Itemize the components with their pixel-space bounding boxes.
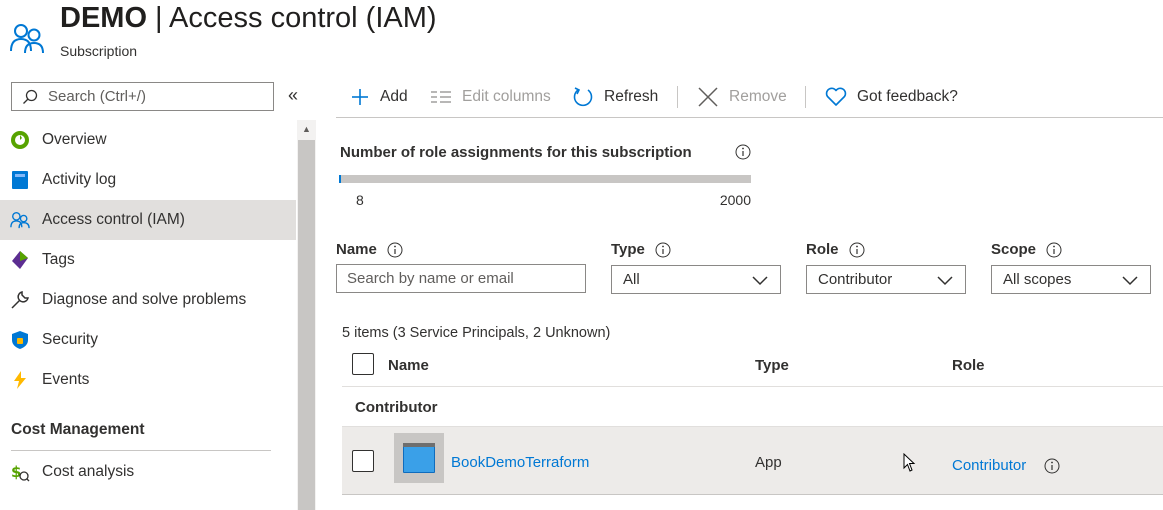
- info-icon[interactable]: [387, 242, 403, 258]
- sidebar-item-security[interactable]: Security: [0, 320, 296, 360]
- add-button[interactable]: Add: [350, 78, 408, 116]
- sidebar-item-label: Cost analysis: [42, 463, 135, 480]
- role-dropdown[interactable]: Contributor: [806, 265, 966, 294]
- items-count-text: 5 items (3 Service Principals, 2 Unknown…: [342, 325, 611, 341]
- toolbar-separator: [677, 86, 678, 108]
- activity-log-icon: [10, 170, 30, 190]
- users-icon: [10, 210, 30, 230]
- table-row[interactable]: BookDemoTerraform App Contributor: [342, 426, 1163, 495]
- sidebar-search-input[interactable]: Search (Ctrl+/): [11, 82, 274, 111]
- select-all-checkbox[interactable]: [352, 353, 374, 375]
- info-icon[interactable]: [655, 242, 671, 258]
- column-header-name[interactable]: Name: [388, 357, 429, 374]
- heart-icon: [825, 87, 847, 106]
- scope-dropdown-value: All scopes: [1003, 271, 1072, 288]
- type-dropdown[interactable]: All: [611, 265, 781, 294]
- scope-dropdown[interactable]: All scopes: [991, 265, 1151, 294]
- sidebar: Search (Ctrl+/) « Overview Activity log …: [0, 78, 316, 510]
- refresh-button[interactable]: Refresh: [572, 78, 658, 116]
- info-icon[interactable]: [735, 144, 751, 160]
- search-icon: [23, 89, 38, 104]
- table-header: Name Type Role: [342, 345, 1163, 387]
- sidebar-item-label: Diagnose and solve problems: [42, 291, 247, 308]
- sidebar-item-tags[interactable]: Tags: [0, 240, 296, 280]
- page-title: DEMO | Access control (IAM): [60, 2, 437, 34]
- role-assignment-progress-bar: [339, 175, 751, 183]
- refresh-icon: [573, 87, 593, 107]
- chevron-down-icon: [752, 276, 768, 286]
- sidebar-item-label: Activity log: [42, 171, 117, 188]
- row-type: App: [755, 454, 782, 471]
- chevron-down-icon: [937, 276, 953, 286]
- group-header-label: Contributor: [355, 399, 438, 416]
- shield-icon: [10, 330, 30, 350]
- sidebar-item-diagnose[interactable]: Diagnose and solve problems: [0, 280, 296, 320]
- row-role-link[interactable]: Contributor: [952, 457, 1026, 474]
- sidebar-item-events[interactable]: Events: [0, 360, 296, 400]
- users-icon: [10, 24, 44, 54]
- sidebar-scrollbar[interactable]: ▲: [297, 120, 316, 510]
- type-filter-label: Type: [611, 241, 671, 258]
- remove-button[interactable]: Remove: [697, 78, 787, 116]
- plus-icon: [352, 89, 368, 105]
- progress-current-value: 8: [356, 192, 364, 208]
- cost-analysis-icon: $: [10, 462, 30, 482]
- section-divider: [11, 450, 271, 451]
- wrench-icon: [10, 290, 30, 310]
- toolbar-separator: [805, 86, 806, 108]
- role-assignment-count-title: Number of role assignments for this subs…: [340, 144, 692, 161]
- lightning-icon: [10, 370, 30, 390]
- page-header: DEMO | Access control (IAM) Subscription: [0, 0, 1163, 70]
- app-registration-icon: [394, 433, 444, 483]
- sidebar-item-access-control[interactable]: Access control (IAM): [0, 200, 296, 240]
- progress-max-value: 2000: [719, 192, 751, 208]
- sidebar-item-label: Security: [42, 331, 98, 348]
- columns-icon: [431, 91, 451, 103]
- sidebar-item-label: Events: [42, 371, 90, 388]
- command-bar: Add Edit columns Refresh Remove Got feed…: [336, 78, 1163, 118]
- search-placeholder: Search (Ctrl+/): [48, 88, 146, 105]
- sidebar-item-label: Overview: [42, 131, 107, 148]
- chevron-down-icon: [1122, 276, 1138, 286]
- edit-columns-button[interactable]: Edit columns: [430, 78, 551, 116]
- sidebar-item-activity-log[interactable]: Activity log: [0, 160, 296, 200]
- column-header-role[interactable]: Role: [952, 357, 985, 374]
- collapse-sidebar-button[interactable]: «: [288, 85, 298, 106]
- name-search-input[interactable]: [336, 264, 586, 293]
- column-header-type[interactable]: Type: [755, 357, 789, 374]
- type-dropdown-value: All: [623, 271, 640, 288]
- sidebar-item-cost-analysis[interactable]: $ Cost analysis: [0, 452, 296, 492]
- row-checkbox[interactable]: [352, 450, 374, 472]
- scroll-up-arrow-icon[interactable]: ▲: [297, 120, 316, 138]
- info-icon[interactable]: [1044, 458, 1060, 474]
- overview-icon: [10, 130, 30, 150]
- name-filter-label: Name: [336, 241, 403, 258]
- info-icon[interactable]: [849, 242, 865, 258]
- role-filter-label: Role: [806, 241, 865, 258]
- progress-bar-fill: [339, 175, 341, 183]
- feedback-button[interactable]: Got feedback?: [825, 78, 958, 116]
- sidebar-item-overview[interactable]: Overview: [0, 120, 296, 160]
- svg-text:$: $: [11, 463, 21, 481]
- sidebar-item-label: Tags: [42, 251, 75, 268]
- page-subtitle: Subscription: [60, 43, 138, 59]
- mouse-cursor-icon: [903, 453, 916, 472]
- sidebar-item-label: Access control (IAM): [42, 211, 185, 228]
- section-title-cost-management: Cost Management: [11, 421, 145, 438]
- scrollbar-thumb[interactable]: [298, 140, 315, 510]
- tag-icon: [10, 250, 30, 270]
- role-dropdown-value: Contributor: [818, 271, 893, 288]
- close-icon: [698, 87, 718, 107]
- group-header-row: Contributor: [342, 388, 1163, 426]
- row-name-link[interactable]: BookDemoTerraform: [451, 454, 589, 471]
- info-icon[interactable]: [1046, 242, 1062, 258]
- scope-filter-label: Scope: [991, 241, 1062, 258]
